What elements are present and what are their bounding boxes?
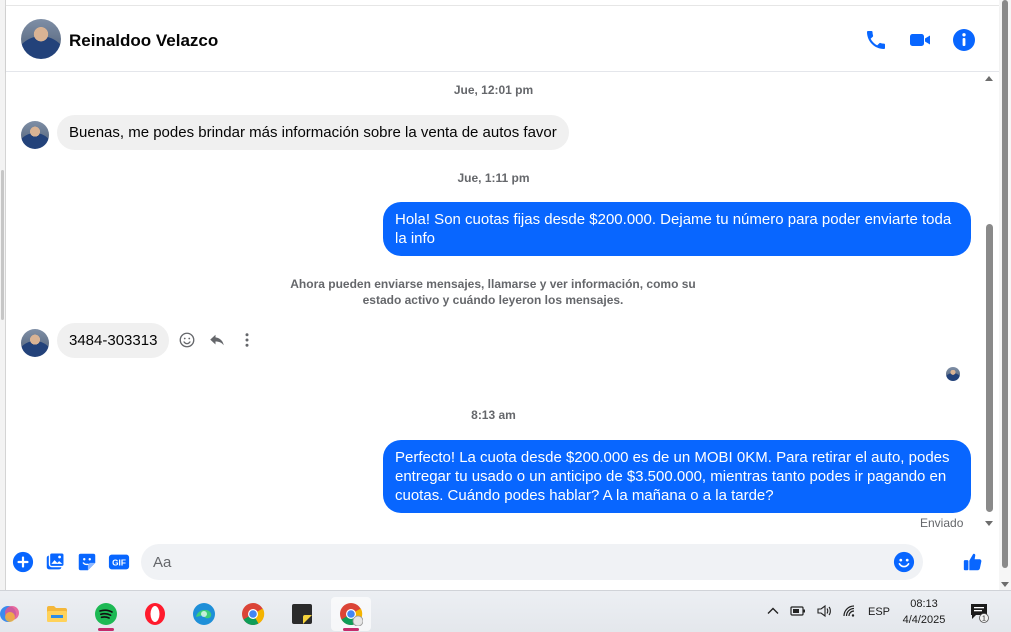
app-active-indicator [343,628,359,631]
emoji-icon[interactable] [893,551,915,573]
photo-icon[interactable] [44,551,66,573]
react-icon[interactable] [178,331,196,349]
reply-icon[interactable] [208,331,226,349]
timestamp: Jue, 1:11 pm [457,171,530,185]
page-scroll-down-arrow[interactable] [1001,582,1009,587]
left-scroll-mark [1,170,4,320]
system-clock[interactable]: 08:13 4/4/2025 [896,596,952,628]
sent-status: Enviado [920,516,964,530]
message-list[interactable]: Jue, 12:01 pm Buenas, me podes brindar m… [6,72,999,534]
timestamp: 8:13 am [471,408,516,422]
sender-avatar[interactable] [21,329,49,357]
volume-icon[interactable] [816,604,832,621]
clock-time: 08:13 [910,598,938,610]
app-running-indicator [98,628,114,631]
system-tray: ESP [766,601,890,623]
notification-count: 1 [982,616,986,623]
sender-avatar[interactable] [21,121,49,149]
battery-icon[interactable] [790,604,806,621]
gif-icon[interactable]: GIF [108,551,130,573]
seen-avatar [946,367,960,381]
file-explorer-icon[interactable] [37,597,77,631]
windows-taskbar: ESP 08:13 4/4/2025 1 [0,590,1011,632]
spotify-icon[interactable] [86,597,126,631]
video-icon[interactable] [908,28,932,52]
chat-header: Reinaldoo Velazco [6,6,999,72]
chat-scrollbar[interactable] [983,72,995,534]
chat-scrollbar-thumb[interactable] [986,224,993,512]
chat-scroll-up-arrow[interactable] [985,76,993,81]
chrome-icon[interactable] [233,597,273,631]
more-options-icon[interactable] [238,331,256,349]
page-scrollbar-thumb[interactable] [1002,0,1008,568]
contact-name[interactable]: Reinaldoo Velazco [69,31,218,51]
phone-icon[interactable] [864,28,888,52]
page-scrollbar[interactable] [999,0,1011,590]
chrome-profile-icon[interactable] [331,597,371,631]
copilot-icon[interactable] [0,597,30,631]
message-composer: GIF Aa [6,534,999,590]
plus-icon[interactable] [12,551,34,573]
network-icon[interactable] [842,604,858,621]
language-indicator[interactable]: ESP [868,606,890,618]
message-input[interactable]: Aa [141,544,923,580]
edge-icon[interactable] [184,597,224,631]
info-notice: Ahora pueden enviarse mensajes, llamarse… [290,277,696,307]
timestamp: Jue, 12:01 pm [453,83,534,97]
info-icon[interactable] [952,28,976,52]
message-actions [178,329,256,351]
notification-icon[interactable]: 1 [968,601,990,623]
incoming-message[interactable]: Buenas, me podes brindar más información… [57,115,569,150]
opera-icon[interactable] [135,597,175,631]
chat-scroll-down-arrow[interactable] [985,521,993,526]
outgoing-message[interactable]: Perfecto! La cuota desde $200.000 es de … [383,440,971,513]
thumbs-up-icon[interactable] [962,551,984,573]
incoming-message[interactable]: 3484-303313 [57,323,170,358]
sticky-notes-icon[interactable] [282,597,322,631]
sticker-icon[interactable] [76,551,98,573]
contact-avatar[interactable] [21,19,61,59]
chevron-up-icon[interactable] [766,604,780,621]
message-input-placeholder: Aa [153,554,172,571]
outgoing-message[interactable]: Hola! Son cuotas fijas desde $200.000. D… [383,202,971,256]
clock-date: 4/4/2025 [902,614,946,626]
gif-icon-label: GIF [112,559,126,568]
